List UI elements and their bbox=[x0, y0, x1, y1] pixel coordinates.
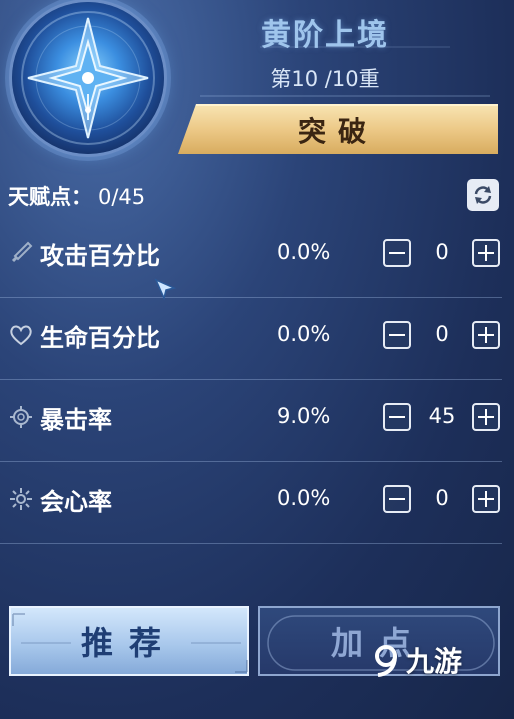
stat-row-crit-rate: 暴击率 9.0% 45 bbox=[0, 380, 514, 462]
increase-button[interactable] bbox=[472, 239, 500, 267]
star-burst-icon bbox=[10, 488, 32, 510]
decrease-button[interactable] bbox=[383, 321, 411, 349]
stat-percent: 0.0% bbox=[277, 240, 331, 264]
talent-points-value: 0/45 bbox=[98, 185, 146, 209]
increase-button[interactable] bbox=[472, 321, 500, 349]
decrease-button[interactable] bbox=[383, 485, 411, 513]
stat-name: 生命百分比 bbox=[40, 324, 160, 352]
decrease-button[interactable] bbox=[383, 239, 411, 267]
stat-row-attack: 攻击百分比 0.0% 0 bbox=[0, 216, 514, 298]
stat-count: 0 bbox=[435, 240, 449, 264]
increase-button[interactable] bbox=[472, 403, 500, 431]
breakthrough-button[interactable]: 突破 bbox=[178, 104, 498, 154]
watermark: 九游 bbox=[370, 640, 462, 680]
increase-button[interactable] bbox=[472, 485, 500, 513]
heart-icon bbox=[10, 325, 32, 346]
sword-icon bbox=[11, 241, 33, 263]
stat-name: 攻击百分比 bbox=[40, 242, 160, 270]
recommend-button[interactable]: 推荐 bbox=[9, 606, 249, 676]
recommend-label: 推荐 bbox=[80, 624, 177, 662]
stat-row-health: 生命百分比 0.0% 0 bbox=[0, 298, 514, 380]
talent-points-label: 天赋点： bbox=[8, 185, 92, 209]
stage-level: 第10 /10重 bbox=[270, 67, 380, 91]
watermark-text: 九游 bbox=[406, 645, 463, 678]
gear-icon bbox=[10, 406, 32, 428]
realm-emblem bbox=[12, 2, 164, 154]
stat-percent: 9.0% bbox=[277, 404, 331, 428]
stat-count: 0 bbox=[435, 486, 449, 510]
row-divider bbox=[0, 543, 502, 544]
stat-count: 0 bbox=[435, 322, 449, 346]
stat-row-crit-damage: 会心率 0.0% 0 bbox=[0, 462, 514, 544]
stat-name: 会心率 bbox=[40, 488, 112, 516]
refresh-icon bbox=[474, 186, 492, 204]
compass-star-icon bbox=[21, 11, 155, 145]
cursor-icon bbox=[154, 278, 177, 301]
stat-count: 45 bbox=[428, 404, 456, 428]
stat-percent: 0.0% bbox=[277, 322, 331, 346]
stat-percent: 0.0% bbox=[277, 486, 331, 510]
stat-name: 暴击率 bbox=[40, 406, 112, 434]
nine-game-logo-icon bbox=[375, 645, 397, 677]
decrease-button[interactable] bbox=[383, 403, 411, 431]
talent-points: 天赋点： 0/45 bbox=[8, 181, 145, 211]
reset-button[interactable] bbox=[467, 179, 499, 211]
